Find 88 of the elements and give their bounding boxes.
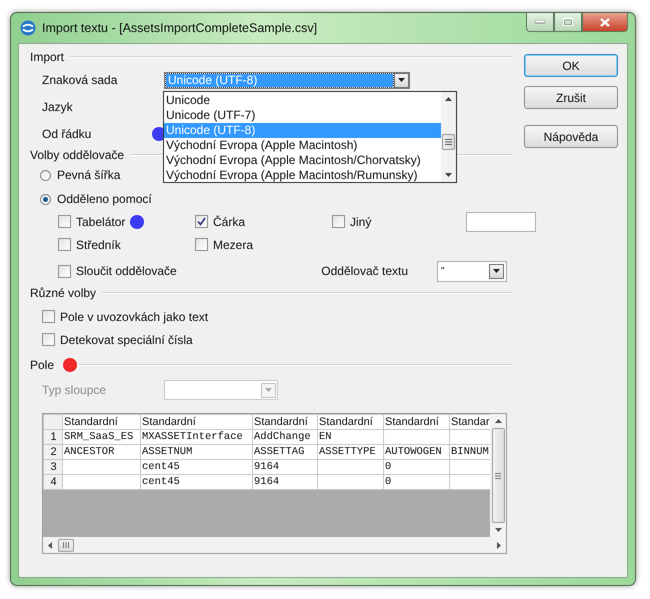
checkbox-label: Středník [76, 238, 121, 252]
dropdown-option[interactable]: Východní Evropa (Apple Macintosh/Chorvatsky) [164, 152, 441, 168]
maximize-button[interactable] [554, 13, 582, 32]
row-header: 4 [44, 474, 62, 490]
section-title: Volby oddělovače [30, 148, 124, 162]
column-header[interactable]: Standardní [140, 414, 252, 430]
column-header[interactable]: Standar [450, 414, 490, 430]
caret-icon[interactable] [398, 78, 405, 82]
scrollbar[interactable] [490, 414, 506, 537]
scrollbar[interactable] [441, 92, 456, 182]
window-title: Import textu - [AssetsImportCompleteSample.csv] [42, 21, 318, 35]
radio-label: Pevná šířka [57, 168, 120, 182]
dropdown-option[interactable]: Východní Evropa (Apple Macintosh/Rumunsky) [164, 168, 441, 182]
checkbox[interactable] [42, 333, 55, 346]
column-header[interactable]: Standardní [318, 414, 384, 430]
scroll-up-icon[interactable] [494, 419, 502, 423]
table-cell: 0 [384, 460, 450, 474]
checkbox-label: Jiný [350, 214, 372, 228]
scroll-up-icon[interactable] [445, 96, 452, 100]
dropdown-option[interactable]: Východní Evropa (Apple Macintosh) [164, 138, 441, 152]
radio-button[interactable] [40, 194, 51, 204]
caret-icon[interactable] [493, 269, 500, 273]
checkbox[interactable] [195, 238, 208, 251]
checkbox-label: Čárka [213, 214, 246, 228]
field-label: Typ sloupce [42, 383, 108, 397]
maximize-icon[interactable] [563, 18, 573, 26]
text-delimiter-dropdown[interactable]: " [437, 260, 507, 282]
row-header: 3 [44, 460, 62, 474]
checkbox[interactable] [58, 238, 71, 251]
checkbox-label: Sloučit oddělovače [76, 264, 177, 278]
field-label: Jazyk [42, 100, 74, 114]
table-cell: AddChange [252, 430, 318, 444]
table-cell: MXASSETInterface [140, 430, 252, 444]
scroll-left-icon[interactable] [48, 542, 52, 548]
minimize-icon[interactable] [535, 20, 545, 24]
scroll-down-icon[interactable] [445, 172, 452, 176]
minimize-button[interactable] [526, 13, 554, 32]
scrollbar[interactable] [43, 537, 506, 553]
table-cell: ASSETNUM [140, 444, 252, 460]
column-header[interactable]: Standardní [384, 414, 450, 430]
table-cell: ANCESTOR [62, 444, 140, 460]
radio-button[interactable] [40, 170, 51, 180]
dropdown-button[interactable] [489, 264, 504, 278]
close-icon[interactable] [600, 18, 610, 26]
dropdown-option[interactable]: Unicode [164, 92, 441, 108]
scroll-down-icon[interactable] [494, 528, 502, 532]
checkbox-label: Tabelátor [76, 214, 126, 228]
checkbox[interactable] [42, 310, 55, 323]
dialog-button[interactable]: Zrušit [524, 86, 618, 109]
checkbox[interactable] [332, 215, 345, 228]
section-title: Různé volby [30, 286, 96, 300]
table-cell: 9164 [252, 474, 318, 490]
table-cell: 9164 [252, 460, 318, 474]
table-cell: SRM_SaaS_ES [62, 430, 140, 444]
table-cell: cent45 [140, 474, 252, 490]
scroll-right-icon[interactable] [497, 542, 501, 548]
row-header: 2 [44, 444, 62, 460]
dialog-button[interactable]: Nápověda [524, 125, 618, 148]
close-button[interactable] [582, 13, 628, 32]
scroll-thumb[interactable] [58, 538, 74, 552]
checkbox[interactable] [58, 264, 71, 278]
radio-label: Odděleno pomocí [57, 192, 152, 206]
field-label: Od řádku [42, 127, 92, 141]
row-header: 1 [44, 430, 62, 444]
section-title: Pole [30, 358, 54, 372]
field-label: Oddělovač textu [321, 264, 408, 278]
section-title: Import [30, 50, 64, 64]
dropdown-option[interactable]: Unicode (UTF-7) [164, 108, 441, 122]
field-label: Znaková sada [42, 73, 118, 87]
table-cell: AUTOWOGEN [384, 444, 450, 460]
table-cell: 0 [384, 474, 450, 490]
table-cell: ASSETTAG [252, 444, 318, 460]
scroll-thumb[interactable] [442, 134, 455, 150]
checkbox-label: Detekovat speciální čísla [60, 332, 193, 346]
table-cell: cent45 [140, 460, 252, 474]
app-icon [20, 20, 36, 36]
checkbox-label: Mezera [213, 238, 254, 252]
checkbox[interactable] [58, 215, 71, 228]
dropdown-button[interactable] [394, 72, 409, 88]
checkbox[interactable] [195, 215, 208, 228]
dialog-button[interactable]: OK [524, 54, 618, 77]
checkbox-label: Pole v uvozovkách jako text [60, 310, 208, 324]
input-field[interactable] [466, 212, 536, 232]
column-header[interactable]: Standardní [252, 414, 318, 430]
column-header[interactable]: Standardní [62, 414, 140, 430]
table-cell: ASSETTYPE [318, 444, 384, 460]
table-cell: EN [318, 430, 384, 444]
scroll-thumb[interactable] [492, 428, 504, 523]
